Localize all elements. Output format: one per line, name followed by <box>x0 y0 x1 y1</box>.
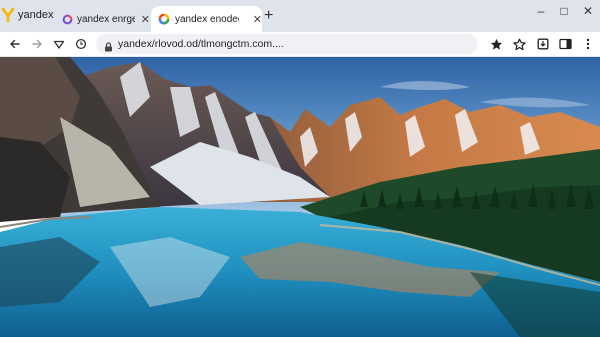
address-bar[interactable]: yandex/rlovod.od/tlmongctm.com.... <box>96 34 478 54</box>
tab-active[interactable]: yandex enodece ✕ <box>151 6 262 32</box>
tab-favicon-icon <box>62 14 73 25</box>
new-tab-button[interactable]: + <box>264 8 273 24</box>
mountain-lake-image <box>0 57 600 337</box>
navigation-toolbar: yandex/rlovod.od/tlmongctm.com.... <box>0 32 600 57</box>
star-outline-icon[interactable] <box>511 36 527 52</box>
yandex-logo-icon <box>0 7 16 23</box>
tab-inactive[interactable]: yandex enrgery.eln ✕ <box>56 6 150 32</box>
sidebar-panel-icon[interactable] <box>557 36 573 52</box>
tab-favicon-icon <box>158 13 170 25</box>
back-arrow-icon[interactable] <box>7 36 23 52</box>
star-filled-icon[interactable] <box>488 36 504 52</box>
shield-icon[interactable] <box>51 36 67 52</box>
yandex-brand[interactable]: yandex <box>0 5 53 25</box>
forward-arrow-icon[interactable] <box>29 36 45 52</box>
maximize-icon[interactable]: □ <box>556 4 572 18</box>
close-window-icon[interactable]: ✕ <box>580 4 596 18</box>
page-content <box>0 57 600 337</box>
tab-strip: yandex yandex enrgery.eln ✕ yandex enode… <box>0 0 600 32</box>
reload-icon[interactable] <box>73 36 89 52</box>
download-icon[interactable] <box>535 36 551 52</box>
menu-icon[interactable] <box>580 36 596 52</box>
minimize-icon[interactable]: – <box>533 4 549 18</box>
tab-close-icon[interactable]: ✕ <box>141 13 150 26</box>
brand-label: yandex <box>18 9 54 21</box>
tab-close-icon[interactable]: ✕ <box>253 13 262 26</box>
tab-title: yandex enrgery.eln <box>77 13 135 25</box>
lock-icon <box>104 39 113 57</box>
tab-title: yandex enodece <box>175 13 239 25</box>
url-text[interactable]: yandex/rlovod.od/tlmongctm.com.... <box>118 38 284 50</box>
